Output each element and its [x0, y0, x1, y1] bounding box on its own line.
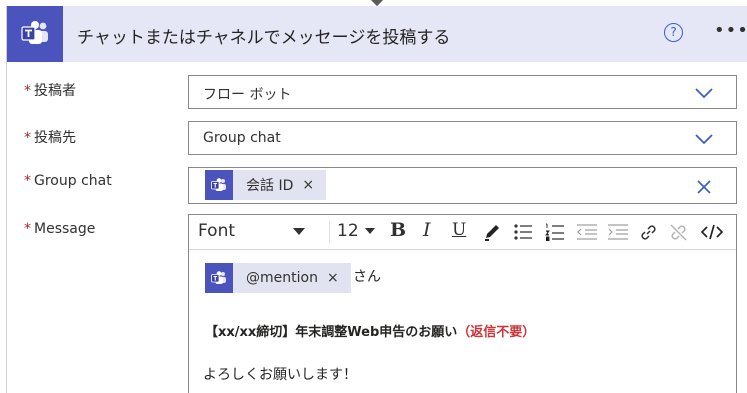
chevron-down-icon — [293, 227, 306, 235]
close-icon[interactable]: × — [302, 177, 314, 193]
poster-label: * 投稿者 — [24, 83, 76, 99]
divider — [329, 221, 330, 243]
subject-line: 【xx/xx締切】年末調整Web申告のお願い（返信不要） — [205, 321, 535, 340]
required-mark: * — [24, 221, 31, 237]
bullet-list-icon[interactable] — [513, 223, 533, 241]
chevron-down-icon — [364, 228, 375, 234]
mention-label: @mention — [246, 270, 318, 286]
group-chat-label: * Group chat — [24, 173, 112, 189]
message-editor[interactable]: Font 12 B I U @mention × さん 【xx/xx締切】年末調… — [188, 214, 737, 393]
underline-button[interactable]: U — [452, 220, 466, 240]
link-icon[interactable] — [639, 223, 658, 242]
unlink-icon[interactable] — [669, 223, 688, 242]
group-chat-input[interactable]: 会話 ID × — [188, 167, 737, 204]
chevron-down-icon[interactable] — [694, 132, 714, 146]
subject-bold: 【xx/xx締切】年末調整Web申告のお願い — [205, 325, 458, 340]
poster-dropdown[interactable]: フロー ボット — [188, 75, 737, 109]
token-label: 会話 ID — [246, 178, 294, 194]
conversation-id-token[interactable]: 会話 ID × — [205, 170, 327, 200]
action-card: チャットまたはチャネルでメッセージを投稿する ? ••• * 投稿者 フロー ボッ… — [6, 6, 747, 393]
font-size-select[interactable]: 12 — [337, 221, 375, 241]
font-select[interactable]: Font — [198, 221, 306, 241]
code-view-icon[interactable] — [700, 223, 724, 241]
poster-value: フロー ボット — [203, 87, 292, 103]
decrease-indent-icon[interactable] — [576, 223, 598, 241]
required-mark: * — [24, 83, 31, 99]
bold-button[interactable]: B — [390, 219, 406, 241]
action-header[interactable]: チャットまたはチャネルでメッセージを投稿する ? ••• — [7, 6, 747, 62]
required-mark: * — [24, 173, 31, 189]
teams-icon — [205, 170, 233, 200]
required-mark: * — [24, 130, 31, 146]
help-icon[interactable]: ? — [664, 23, 683, 42]
teams-icon — [7, 6, 63, 62]
message-label: * Message — [24, 221, 96, 237]
increase-indent-icon[interactable] — [607, 223, 629, 241]
mention-token[interactable]: @mention × — [205, 263, 351, 293]
action-title: チャットまたはチャネルでメッセージを投稿する — [77, 28, 451, 48]
post-in-label: * 投稿先 — [24, 130, 76, 146]
close-icon[interactable]: × — [327, 270, 339, 286]
subject-red: （返信不要） — [457, 325, 536, 340]
chevron-down-icon[interactable] — [694, 86, 714, 100]
more-options-icon[interactable]: ••• — [714, 20, 747, 41]
post-in-value: Group chat — [203, 130, 281, 146]
post-in-dropdown[interactable]: Group chat — [188, 121, 737, 155]
highlight-pen-icon[interactable] — [483, 223, 501, 242]
italic-button[interactable]: I — [423, 219, 431, 241]
honorific-text: さん — [353, 269, 381, 285]
teams-icon — [205, 263, 233, 293]
clear-icon[interactable] — [696, 179, 712, 195]
editor-toolbar: Font 12 B I U — [189, 215, 736, 250]
closing-text: よろしくお願いします！ — [203, 367, 357, 383]
numbered-list-icon[interactable] — [545, 223, 565, 241]
